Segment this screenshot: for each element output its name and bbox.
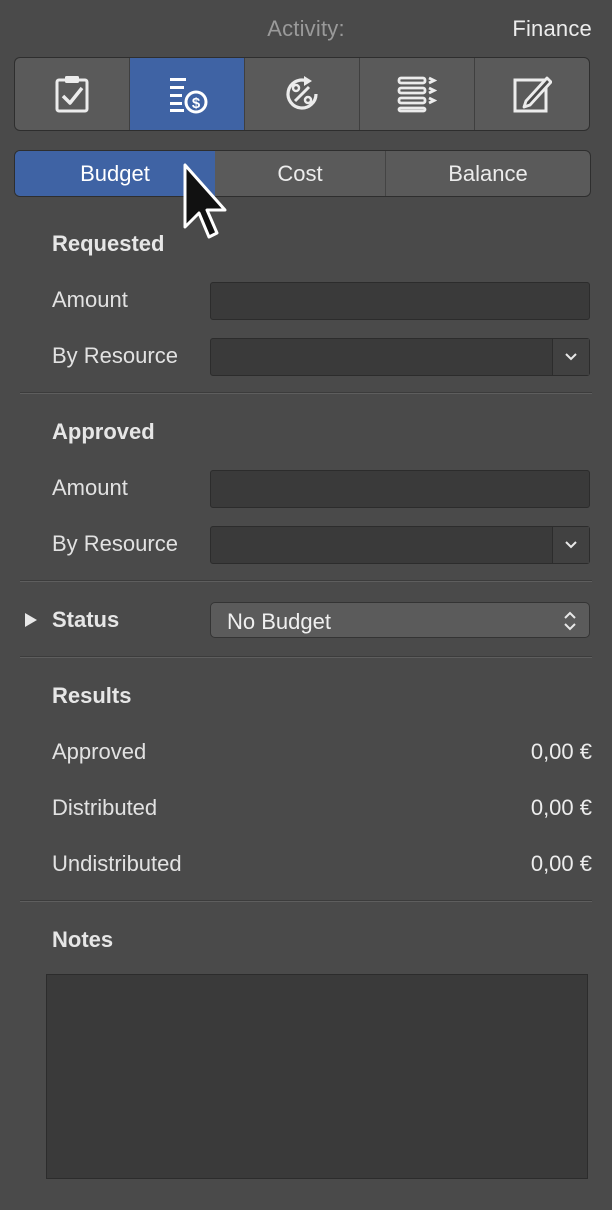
chevron-down-icon [565, 353, 577, 361]
disclosure-triangle-icon[interactable] [24, 612, 38, 628]
approved-by-resource-combo[interactable] [210, 526, 590, 564]
requested-by-resource-combo[interactable] [210, 338, 590, 376]
results-approved-label: Approved [52, 739, 147, 764]
results-undistributed-value: 0,00 € [530, 851, 592, 876]
mouse-pointer-icon [183, 163, 227, 239]
divider [20, 580, 592, 582]
approved-amount-label: Amount [52, 475, 128, 500]
activity-value: Finance [512, 16, 592, 41]
requested-amount-field[interactable] [210, 282, 590, 320]
status-value: No Budget [227, 609, 331, 634]
clipboard-check-icon [55, 76, 89, 113]
percent-cycle-icon [286, 76, 318, 110]
tab-notes[interactable] [475, 58, 589, 130]
approved-by-resource-label: By Resource [52, 531, 178, 556]
svg-text:$: $ [192, 95, 201, 112]
results-approved-value: 0,00 € [530, 739, 592, 764]
results-undistributed-label: Undistributed [52, 851, 182, 876]
requested-by-resource-label: By Resource [52, 343, 178, 368]
approved-by-resource-dropdown[interactable] [552, 527, 589, 563]
results-distributed-label: Distributed [52, 795, 158, 820]
requested-by-resource-dropdown[interactable] [552, 339, 589, 375]
finance-segmented-control: Budget Cost Balance [14, 150, 591, 197]
activity-title: Activity: Finance [0, 16, 612, 42]
tab-progress[interactable] [245, 58, 360, 130]
divider [20, 392, 592, 394]
status-label: Status [52, 607, 120, 632]
divider [20, 656, 592, 658]
results-distributed-value: 0,00 € [530, 795, 592, 820]
approved-amount-field[interactable] [210, 470, 590, 508]
tab-cost[interactable]: Cost [215, 151, 386, 196]
notes-heading: Notes [52, 927, 114, 952]
divider [20, 900, 592, 902]
chevron-down-icon [565, 541, 577, 549]
inspector-toolbar: $ [14, 57, 590, 131]
results-heading: Results [52, 683, 132, 708]
requested-heading: Requested [52, 231, 165, 256]
status-select[interactable]: No Budget [210, 602, 590, 638]
tab-assignments[interactable] [360, 58, 475, 130]
requested-amount-label: Amount [52, 287, 128, 312]
up-down-chevron-icon [564, 611, 576, 631]
tab-activity-info[interactable] [15, 58, 130, 130]
list-tags-icon [397, 76, 437, 113]
approved-heading: Approved [52, 419, 155, 444]
tab-balance[interactable]: Balance [386, 151, 590, 196]
notes-textarea[interactable] [46, 974, 588, 1179]
tab-finance[interactable]: $ [130, 58, 245, 130]
activity-label: Activity: [267, 16, 345, 41]
edit-note-icon [513, 76, 552, 113]
budget-list-icon: $ [170, 78, 208, 114]
